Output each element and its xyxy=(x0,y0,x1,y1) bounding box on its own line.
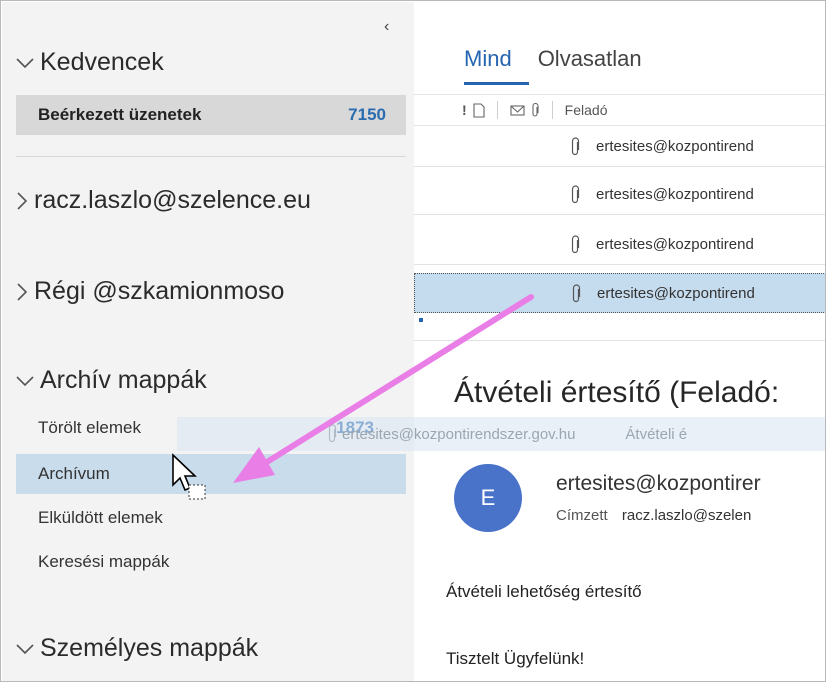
favorites-header-label: Kedvencek xyxy=(40,48,164,76)
avatar-initial: E xyxy=(480,485,496,510)
drag-ghost-sender: ertesites@kozpontirendszer.gov.hu xyxy=(342,425,576,443)
account-regi-szkamionmoso[interactable]: Régi @szkamionmoso xyxy=(16,277,284,306)
chevron-down-icon xyxy=(16,375,34,386)
tab-all[interactable]: Mind xyxy=(464,46,512,72)
column-header-row: ! Feladó xyxy=(414,94,825,126)
drag-ghost: ertesites@kozpontirendszer.gov.hu Átvéte… xyxy=(177,417,825,451)
drag-ghost-subject: Átvételi é xyxy=(625,425,688,443)
folder-pane: ‹ Kedvencek Beérkezett üzenetek 7150 rac… xyxy=(2,2,414,681)
mail-list-item[interactable]: ertesites@kozpontirend xyxy=(414,127,825,167)
outlook-window: ‹ Kedvencek Beérkezett üzenetek 7150 rac… xyxy=(0,0,826,682)
divider xyxy=(16,156,406,157)
column-separator xyxy=(551,101,553,119)
archive-folders-header-label: Archív mappák xyxy=(40,366,207,394)
message-body-line: Átvételi lehetőség értesítő xyxy=(446,582,642,601)
to-label: Címzett xyxy=(556,507,608,524)
account-racz-laszlo-label: racz.laszlo@szelence.eu xyxy=(34,186,311,214)
message-subject: Átvételi értesítő (Feladó: xyxy=(454,376,780,409)
document-icon[interactable] xyxy=(473,102,485,118)
folder-sent-label: Elküldött elemek xyxy=(38,508,163,527)
to-address[interactable]: racz.laszlo@szelen xyxy=(622,507,751,524)
mail-sender: ertesites@kozpontirend xyxy=(596,236,754,253)
drag-cursor-icon xyxy=(172,453,206,500)
mail-list-item[interactable]: ertesites@kozpontirend xyxy=(414,225,825,265)
personal-folders-header[interactable]: Személyes mappák xyxy=(16,634,258,663)
mail-sender: ertesites@kozpontirend xyxy=(597,284,755,302)
envelope-icon[interactable] xyxy=(510,104,525,117)
mail-sender: ertesites@kozpontirend xyxy=(596,138,754,155)
message-to: Címzett racz.laszlo@szelen xyxy=(556,507,751,524)
inbox-unread-count: 7150 xyxy=(348,105,386,124)
folder-archive[interactable]: Archívum xyxy=(16,454,406,494)
tab-unread[interactable]: Olvasatlan xyxy=(538,46,642,72)
active-tab-indicator xyxy=(464,82,529,85)
attachment-icon xyxy=(572,284,581,303)
mail-list-item[interactable]: ertesites@kozpontirend xyxy=(414,175,825,215)
folder-archive-label: Archívum xyxy=(38,464,110,483)
column-header-from[interactable]: Feladó xyxy=(559,102,608,118)
message-body-line: Tisztelt Ügyfelünk! xyxy=(446,649,585,668)
collapse-pane-chevron-icon[interactable]: ‹ xyxy=(384,18,389,36)
message-from[interactable]: ertesites@kozpontirer xyxy=(556,472,761,496)
chevron-down-icon xyxy=(16,643,34,654)
folder-sent-items[interactable]: Elküldött elemek xyxy=(16,498,406,538)
sender-avatar: E xyxy=(454,464,522,532)
column-separator xyxy=(496,101,498,119)
attachment-icon xyxy=(328,424,337,443)
account-regi-label: Régi @szkamionmoso xyxy=(34,277,285,305)
personal-folders-header-label: Személyes mappák xyxy=(40,634,259,662)
folder-deleted-label: Törölt elemek xyxy=(38,418,141,437)
attachment-icon xyxy=(571,185,580,204)
mail-sender: ertesites@kozpontirend xyxy=(596,186,754,203)
chevron-down-icon xyxy=(16,57,34,68)
chevron-right-icon xyxy=(17,282,28,301)
folder-inbox[interactable]: Beérkezett üzenetek 7150 xyxy=(16,95,406,135)
importance-icon[interactable]: ! xyxy=(462,102,467,118)
account-racz-laszlo[interactable]: racz.laszlo@szelence.eu xyxy=(16,186,311,215)
archive-folders-header[interactable]: Archív mappák xyxy=(16,366,207,395)
attachment-icon xyxy=(571,137,580,156)
folder-inbox-label: Beérkezett üzenetek xyxy=(38,105,202,124)
filter-tabs: Mind Olvasatlan xyxy=(464,46,642,72)
folder-search-folders[interactable]: Keresési mappák xyxy=(16,542,406,582)
attachment-icon xyxy=(571,235,580,254)
selection-marker xyxy=(419,318,423,322)
mail-pane: Mind Olvasatlan ! Feladó ertesites@kozpo… xyxy=(414,2,825,681)
mail-list-item-selected[interactable]: ertesites@kozpontirend xyxy=(414,273,825,313)
favorites-header[interactable]: Kedvencek xyxy=(16,48,164,77)
chevron-right-icon xyxy=(17,191,28,210)
folder-search-label: Keresési mappák xyxy=(38,552,170,571)
attachment-icon[interactable] xyxy=(531,102,540,118)
divider xyxy=(414,340,825,341)
